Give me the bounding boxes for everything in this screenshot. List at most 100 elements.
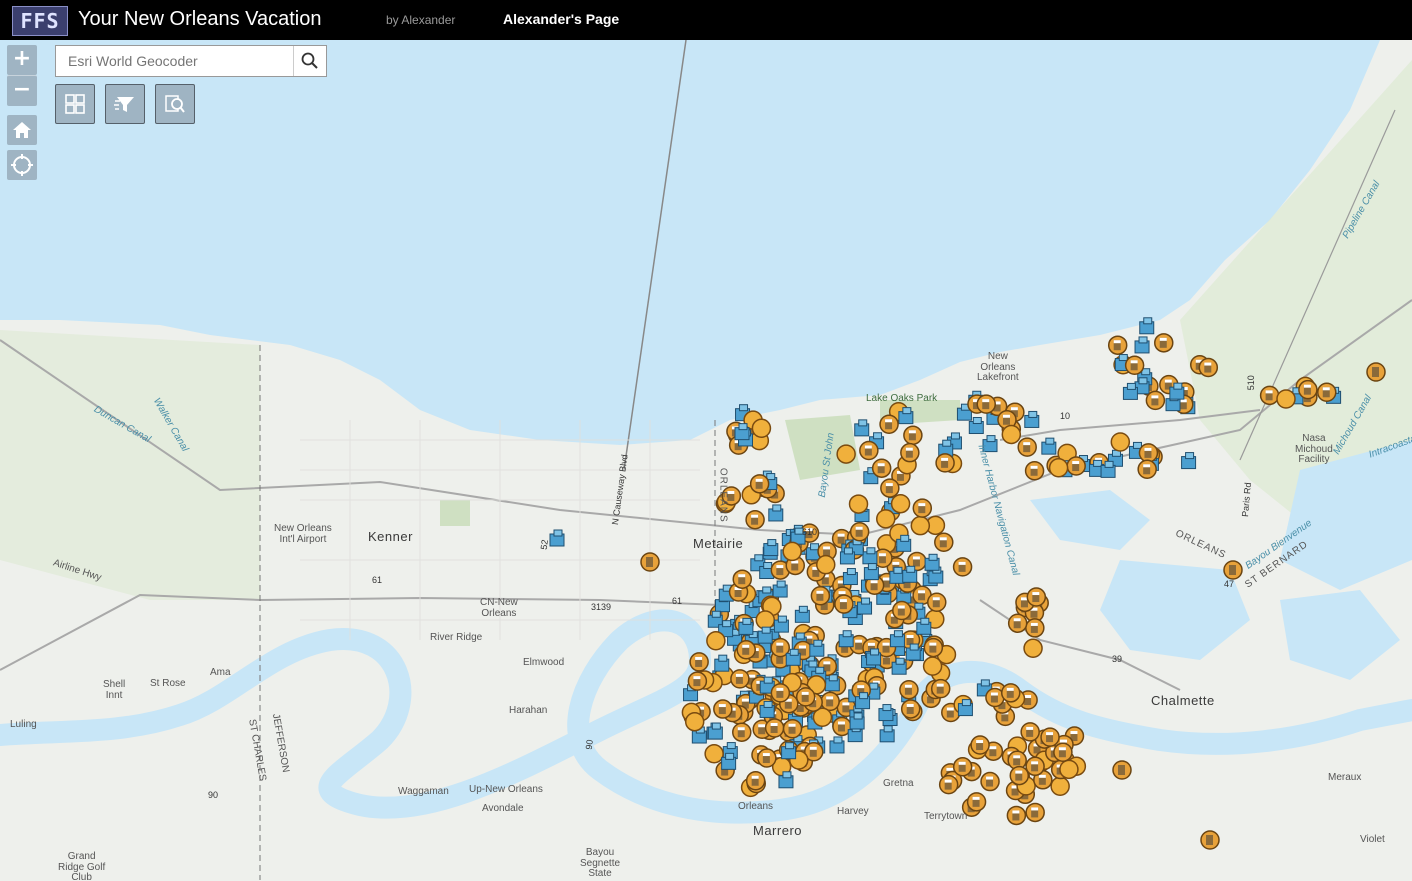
brewery-marker[interactable]	[1024, 461, 1045, 481]
brewery-marker[interactable]	[1366, 362, 1386, 382]
brewery-marker[interactable]	[1317, 382, 1337, 403]
brewery-marker[interactable]	[1006, 805, 1027, 826]
brewery-marker[interactable]	[976, 394, 996, 414]
brewery-marker[interactable]	[782, 718, 803, 739]
brewery-marker[interactable]	[1298, 379, 1318, 400]
brewery-marker[interactable]	[930, 678, 951, 699]
brewery-marker[interactable]	[892, 600, 912, 621]
brewery-marker[interactable]	[952, 757, 973, 777]
pizza-marker[interactable]	[1023, 638, 1043, 659]
pizza-marker[interactable]	[848, 494, 869, 514]
brewery-marker[interactable]	[935, 453, 955, 473]
brewery-marker[interactable]	[1138, 443, 1159, 463]
brewery-marker[interactable]	[912, 498, 933, 518]
brewery-marker[interactable]	[745, 771, 766, 791]
pizza-marker[interactable]	[1059, 759, 1079, 780]
pizza-marker[interactable]	[684, 711, 705, 732]
brewery-marker[interactable]	[1007, 613, 1028, 633]
brewery-marker[interactable]	[880, 478, 900, 498]
pizza-marker[interactable]	[1050, 776, 1070, 797]
brewery-marker[interactable]	[1025, 618, 1045, 638]
brewery-marker[interactable]	[938, 774, 959, 795]
brewery-marker[interactable]	[1017, 437, 1037, 457]
brewery-marker[interactable]	[1223, 560, 1243, 580]
brewery-marker[interactable]	[927, 592, 947, 612]
brewery-marker[interactable]	[1198, 357, 1219, 378]
brewery-marker[interactable]	[903, 425, 923, 446]
pizza-marker[interactable]	[876, 509, 896, 529]
brewery-marker[interactable]	[770, 683, 791, 703]
brewery-marker[interactable]	[849, 521, 870, 542]
map-view[interactable]	[0, 40, 1412, 881]
brewery-marker[interactable]	[899, 679, 919, 700]
brewery-marker[interactable]	[1259, 385, 1280, 406]
pizza-marker[interactable]	[836, 444, 856, 464]
brewery-marker[interactable]	[749, 474, 770, 494]
brewery-marker[interactable]	[1066, 456, 1086, 476]
brewery-marker[interactable]	[1154, 333, 1174, 353]
brewery-marker[interactable]	[966, 792, 987, 812]
pizza-marker[interactable]	[704, 744, 724, 764]
brewery-marker[interactable]	[689, 652, 709, 672]
brewery-marker[interactable]	[764, 718, 785, 738]
pizza-marker[interactable]	[1048, 458, 1069, 478]
brewery-marker[interactable]	[1000, 683, 1021, 703]
brewery-marker[interactable]	[952, 557, 973, 577]
brewery-marker[interactable]	[980, 771, 1000, 792]
pizza-marker[interactable]	[1276, 389, 1296, 409]
brewery-marker[interactable]	[745, 509, 765, 530]
pizza-marker[interactable]	[706, 630, 726, 651]
basemap-gallery-button[interactable]	[55, 84, 95, 124]
pizza-marker[interactable]	[1110, 432, 1131, 452]
brewery-marker[interactable]	[1009, 765, 1030, 786]
search-input[interactable]	[56, 46, 294, 76]
author-page-link[interactable]: Alexander's Page	[503, 11, 619, 27]
brewery-marker[interactable]	[757, 748, 777, 768]
brewery-marker[interactable]	[1124, 355, 1145, 376]
brewery-marker[interactable]	[970, 735, 990, 755]
brewery-marker[interactable]	[732, 722, 752, 742]
locate-button[interactable]	[7, 150, 37, 180]
zoom-in-button[interactable]: +	[7, 45, 37, 75]
brewery-marker[interactable]	[900, 699, 921, 719]
pizza-marker[interactable]	[751, 418, 772, 438]
pizza-marker[interactable]	[782, 541, 802, 562]
pizza-marker[interactable]	[922, 656, 943, 676]
pizza-marker[interactable]	[755, 610, 776, 630]
brewery-marker[interactable]	[1025, 802, 1045, 823]
brewery-marker[interactable]	[859, 440, 879, 461]
pizza-marker[interactable]	[910, 515, 931, 536]
brewery-marker[interactable]	[732, 569, 752, 589]
brewery-marker[interactable]	[1107, 335, 1128, 355]
brewery-marker[interactable]	[1025, 756, 1045, 777]
brewery-marker[interactable]	[923, 637, 944, 658]
brewery-marker[interactable]	[795, 687, 816, 707]
filter-button[interactable]	[105, 84, 145, 124]
brewery-marker[interactable]	[1053, 742, 1073, 762]
brewery-marker[interactable]	[730, 669, 750, 689]
brewery-marker[interactable]	[1200, 830, 1220, 850]
brewery-marker[interactable]	[871, 458, 892, 478]
brewery-marker[interactable]	[834, 594, 854, 614]
brewery-marker[interactable]	[687, 671, 708, 691]
brewery-marker[interactable]	[736, 640, 756, 660]
pizza-marker[interactable]	[1001, 424, 1022, 445]
brewery-marker[interactable]	[640, 552, 660, 572]
brewery-marker[interactable]	[900, 442, 920, 463]
brewery-marker[interactable]	[1112, 760, 1132, 780]
pizza-marker[interactable]	[816, 554, 836, 575]
brewery-marker[interactable]	[1145, 390, 1166, 411]
query-button[interactable]	[155, 84, 195, 124]
brewery-marker[interactable]	[1040, 727, 1060, 747]
search-button[interactable]	[293, 46, 326, 76]
pizza-marker[interactable]	[890, 493, 911, 514]
brewery-marker[interactable]	[713, 699, 733, 719]
brewery-marker[interactable]	[879, 414, 899, 434]
home-button[interactable]	[7, 115, 37, 145]
brewery-marker[interactable]	[810, 586, 831, 606]
zoom-out-button[interactable]: −	[7, 75, 37, 106]
brewery-marker[interactable]	[1020, 722, 1040, 742]
brewery-marker[interactable]	[1026, 587, 1047, 607]
brewery-marker[interactable]	[1137, 459, 1157, 480]
brewery-marker[interactable]	[934, 532, 954, 553]
